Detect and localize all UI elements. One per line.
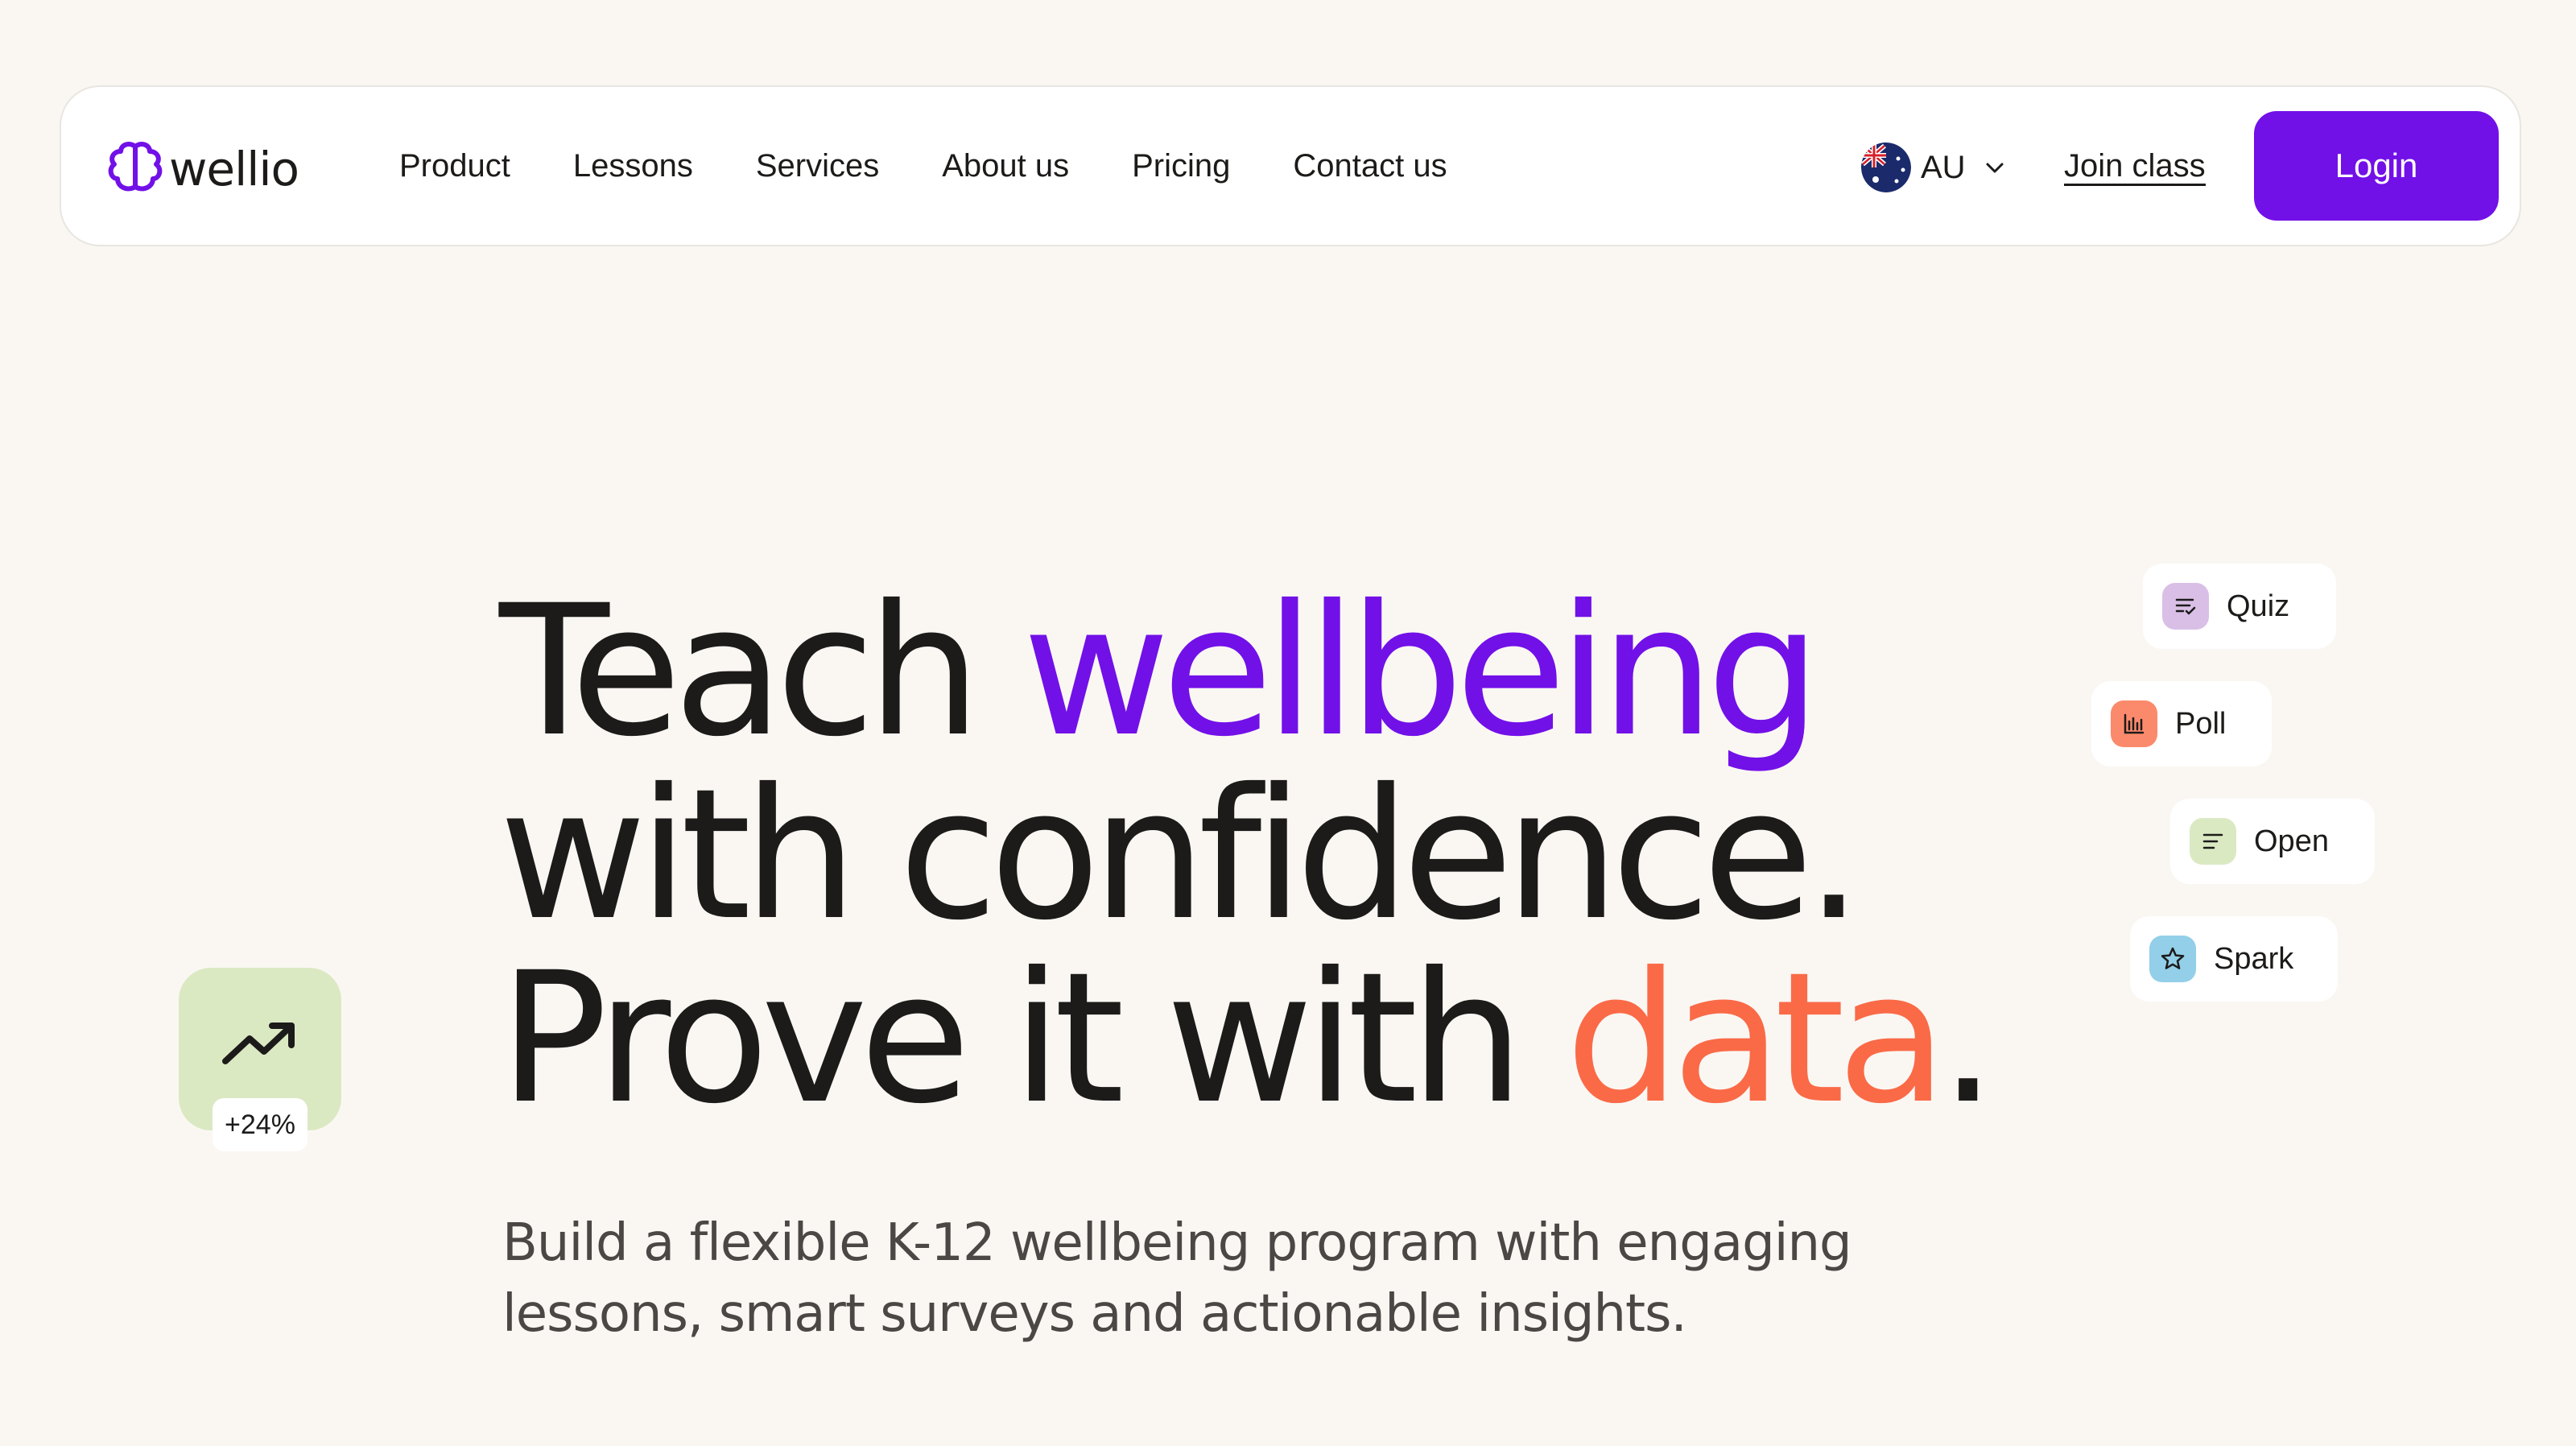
nav-link-lessons[interactable]: Lessons [573,148,693,184]
chip-spark[interactable]: Spark [2130,916,2338,1002]
headline-data: data [1565,933,1948,1143]
chevron-down-icon [1986,163,2004,173]
checklist-icon [2162,583,2209,630]
chip-label: Spark [2214,941,2294,976]
chip-open[interactable]: Open [2170,799,2375,884]
nav-link-pricing[interactable]: Pricing [1132,148,1230,184]
nav-link-services[interactable]: Services [756,148,879,184]
chip-label: Open [2254,824,2329,858]
region-selector[interactable]: AU [1861,142,2006,193]
nav-link-contact-us[interactable]: Contact us [1293,148,1447,184]
chip-quiz[interactable]: Quiz [2143,564,2336,649]
login-button[interactable]: Login [2254,111,2499,221]
nav-links: Product Lessons Services About us Pricin… [399,87,1510,245]
nav-link-product[interactable]: Product [399,148,510,184]
growth-stat-value: +24% [213,1098,308,1151]
hero-headline: Teach wellbeing with confidence. Prove it … [499,580,1996,1130]
trending-up-icon [222,1023,295,1064]
join-class-link[interactable]: Join class [2064,150,2206,186]
headline-wellbeing: wellbeing [1022,566,1821,776]
region-code: AU [1921,149,1966,185]
chip-label: Poll [2175,706,2227,741]
headline-teach: Teach [499,566,1023,776]
wellio-logo[interactable]: wellio [105,137,299,201]
top-navbar: wellio Product Lessons Services About us… [60,85,2521,246]
australia-flag-icon [1861,143,1911,192]
chip-label: Quiz [2227,589,2290,623]
chip-poll[interactable]: Poll [2091,681,2272,766]
nav-link-about-us[interactable]: About us [942,148,1069,184]
text-lines-icon [2190,818,2236,865]
brand-name: wellio [169,142,299,196]
bar-chart-icon [2111,700,2157,747]
hero-subtitle: Build a flexible K-12 wellbeing program … [502,1213,1852,1344]
star-icon [2149,936,2196,982]
headline-period: . [1939,933,1996,1143]
headline-line2: with confidence. [499,750,1863,960]
brain-icon [108,142,163,192]
headline-prove: Prove it with [499,933,1566,1143]
